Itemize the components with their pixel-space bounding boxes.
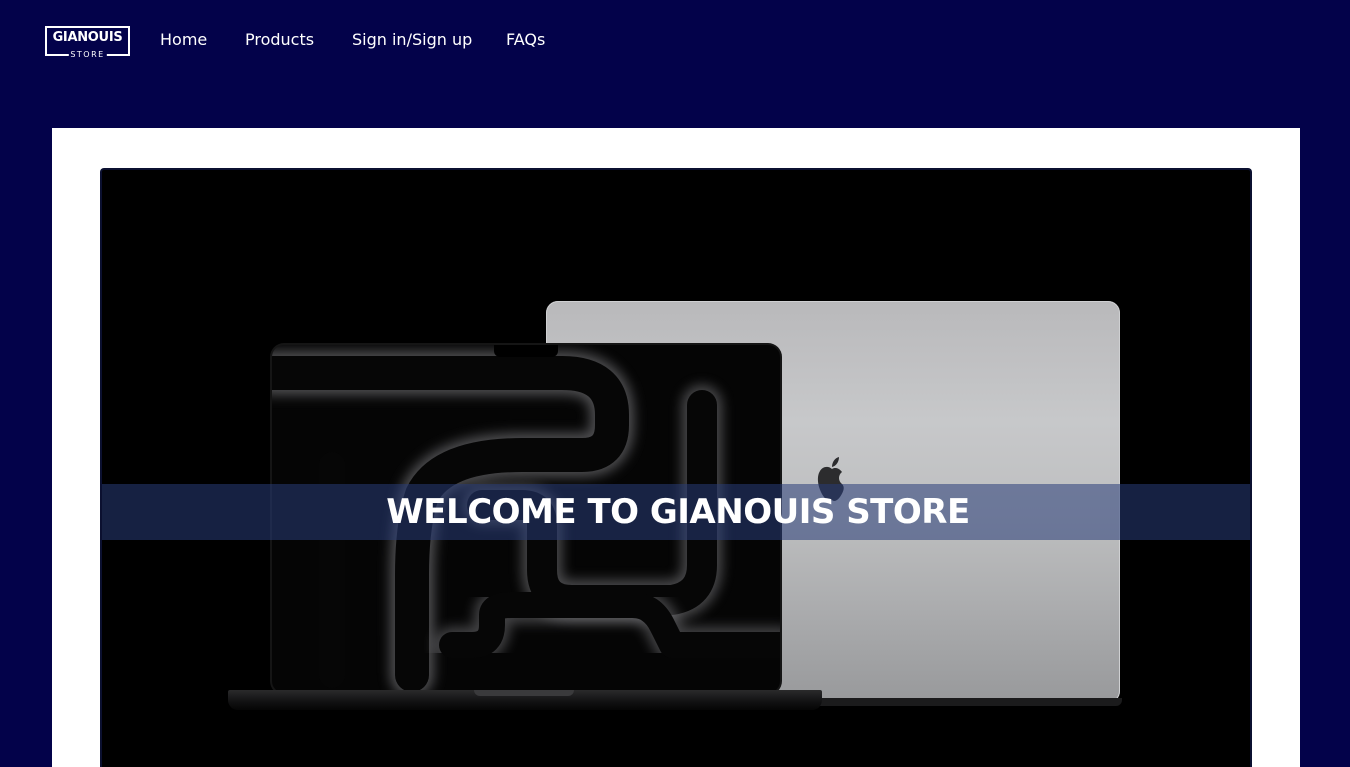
logo-text-main: GIANOUIS bbox=[52, 30, 123, 45]
nav-link-faqs[interactable]: FAQs bbox=[506, 30, 545, 50]
welcome-heading: WELCOME TO GIANOUIS STORE bbox=[386, 492, 970, 532]
nav-link-products[interactable]: Products bbox=[245, 30, 314, 50]
welcome-banner: WELCOME TO GIANOUIS STORE bbox=[102, 484, 1250, 540]
logo-text-sub: STORE bbox=[68, 50, 107, 60]
store-logo[interactable]: GIANOUIS STORE bbox=[45, 26, 130, 60]
dark-laptop-base bbox=[228, 690, 822, 710]
laptop-notch bbox=[494, 345, 558, 357]
hero-banner: WELCOME TO GIANOUIS STORE bbox=[100, 168, 1252, 767]
silver-laptop-base bbox=[774, 698, 1122, 706]
nav-link-signin[interactable]: Sign in/Sign up bbox=[352, 30, 472, 50]
laptop-base-notch bbox=[474, 690, 574, 696]
top-navbar: GIANOUIS STORE Home Products Sign in/Sig… bbox=[0, 0, 1350, 82]
nav-link-home[interactable]: Home bbox=[160, 30, 207, 50]
